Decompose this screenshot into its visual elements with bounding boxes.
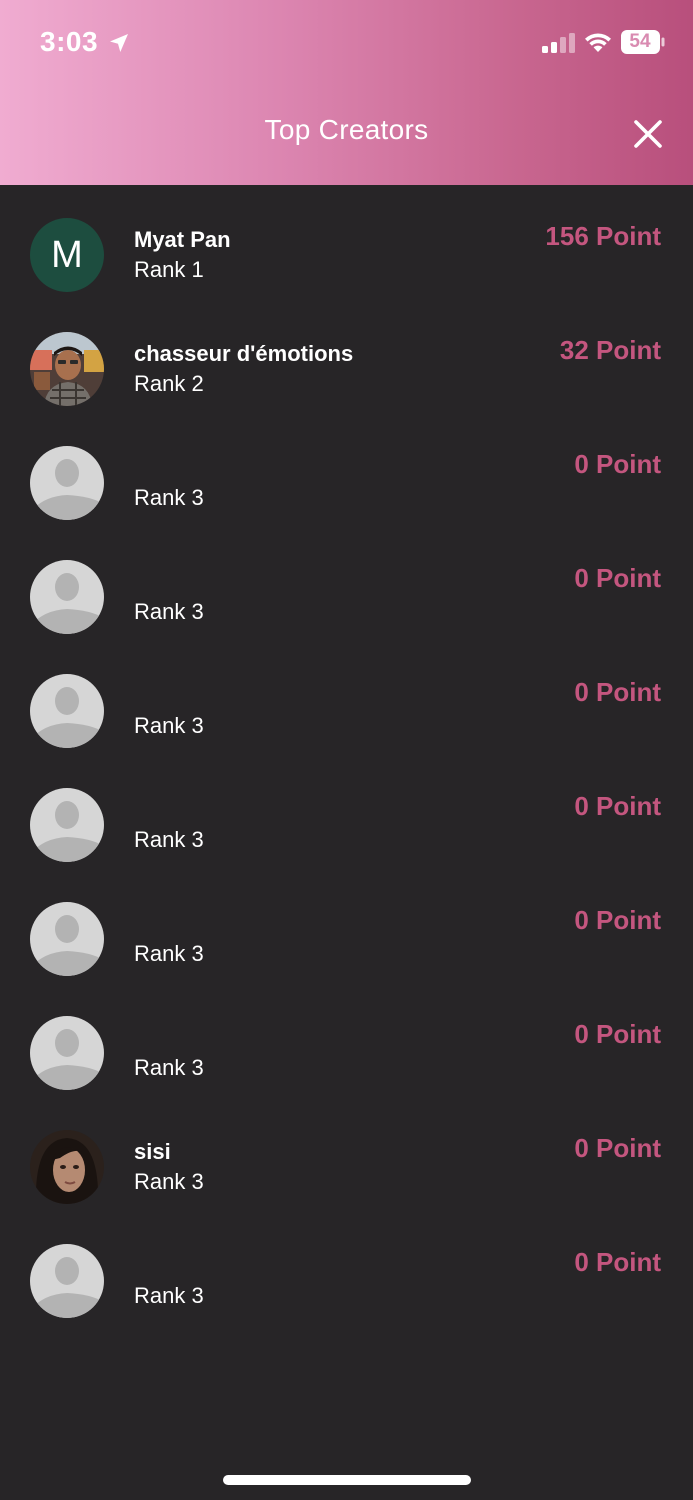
list-item[interactable]: Rank 3 0 Point	[0, 641, 693, 755]
list-item[interactable]: Rank 3 0 Point	[0, 869, 693, 983]
creator-points: 32 Point	[559, 335, 661, 365]
list-item[interactable]: Rank 3 0 Point	[0, 983, 693, 1097]
avatar-placeholder	[30, 674, 104, 748]
avatar-placeholder	[30, 446, 104, 520]
home-indicator[interactable]	[223, 1475, 471, 1485]
creator-rank: Rank 3	[134, 599, 204, 624]
creator-rank: Rank 3	[134, 713, 204, 738]
person-silhouette-icon	[30, 1016, 104, 1090]
avatar	[30, 1130, 104, 1204]
person-silhouette-icon	[30, 560, 104, 634]
creator-points: 0 Point	[574, 677, 661, 707]
list-item[interactable]: Rank 3 0 Point	[0, 527, 693, 641]
header: 3:03 54 Top Creators	[0, 0, 693, 185]
avatar-placeholder	[30, 902, 104, 976]
list-item[interactable]: sisi Rank 3 0 Point	[0, 1097, 693, 1211]
creator-points: 0 Point	[574, 1019, 661, 1049]
creator-name: sisi	[134, 1139, 171, 1164]
wifi-icon	[585, 33, 611, 52]
creator-rank: Rank 3	[134, 485, 204, 510]
person-silhouette-icon	[30, 674, 104, 748]
creator-points: 0 Point	[574, 563, 661, 593]
creator-points: 0 Point	[574, 905, 661, 935]
avatar: M	[30, 218, 104, 292]
creator-name: Myat Pan	[134, 227, 231, 252]
avatar-placeholder	[30, 560, 104, 634]
creator-rank: Rank 2	[134, 371, 204, 396]
creator-points: 0 Point	[574, 791, 661, 821]
creator-rank: Rank 1	[134, 257, 204, 282]
close-icon[interactable]	[626, 112, 670, 156]
creator-rank: Rank 3	[134, 1283, 204, 1308]
avatar-photo-man	[30, 332, 104, 406]
list-item[interactable]: M Myat Pan Rank 1 156 Point	[0, 185, 693, 299]
creator-points: 0 Point	[574, 449, 661, 479]
page-title: Top Creators	[264, 114, 429, 145]
list-item[interactable]: Rank 3 0 Point	[0, 1211, 693, 1325]
avatar-placeholder	[30, 1016, 104, 1090]
person-silhouette-icon	[30, 446, 104, 520]
creator-rank: Rank 3	[134, 941, 204, 966]
list-item[interactable]: Rank 3 0 Point	[0, 755, 693, 869]
creator-points: 0 Point	[574, 1247, 661, 1277]
person-silhouette-icon	[30, 788, 104, 862]
creator-rank: Rank 3	[134, 1169, 204, 1194]
person-silhouette-icon	[30, 1244, 104, 1318]
avatar-photo-woman	[30, 1130, 104, 1204]
battery-level: 54	[629, 31, 651, 52]
avatar-placeholder	[30, 1244, 104, 1318]
list-item[interactable]: chasseur d'émotions Rank 2 32 Point	[0, 299, 693, 413]
avatar-placeholder	[30, 788, 104, 862]
status-time: 3:03	[40, 26, 99, 57]
creator-rank: Rank 3	[134, 1055, 204, 1080]
avatar	[30, 332, 104, 406]
creator-rank: Rank 3	[134, 827, 204, 852]
creator-name: chasseur d'émotions	[134, 341, 354, 366]
creator-points: 156 Point	[545, 221, 661, 251]
location-arrow-icon	[110, 34, 128, 52]
person-silhouette-icon	[30, 902, 104, 976]
list-item[interactable]: Rank 3 0 Point	[0, 413, 693, 527]
cellular-signal-icon	[542, 33, 575, 53]
top-creators-screen: 3:03 54 Top Creators M Myat Pan Rank 1 1…	[0, 0, 693, 1500]
creator-points: 0 Point	[574, 1133, 661, 1163]
